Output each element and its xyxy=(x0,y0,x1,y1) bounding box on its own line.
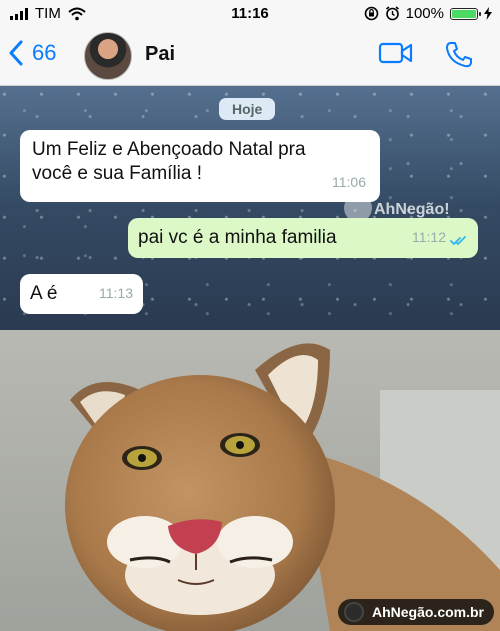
message-text: Um Feliz e Abençoado Natal pra xyxy=(32,139,306,160)
chat-area: Hoje Um Feliz e Abençoado Natal pra você… xyxy=(0,86,500,330)
phone-call-icon[interactable] xyxy=(444,40,474,70)
message-time: 11:12 xyxy=(412,229,446,245)
message-incoming[interactable]: Um Feliz e Abençoado Natal pra você e su… xyxy=(20,130,380,202)
charging-icon xyxy=(484,7,492,20)
back-button[interactable]: 66 xyxy=(8,40,56,66)
watermark-text: AhNegão.com.br xyxy=(371,604,484,620)
message-time: 11:13 xyxy=(99,285,133,301)
svg-text:AhNegão!: AhNegão! xyxy=(374,201,450,218)
status-bar: TIM 11:16 100% xyxy=(0,0,500,28)
date-divider: Hoje xyxy=(219,98,276,120)
message-incoming[interactable]: A é 11:13 xyxy=(20,274,143,314)
message-text: você e sua Família ! xyxy=(32,163,203,184)
rotation-lock-icon xyxy=(364,6,378,21)
watermark-badge: AhNegão.com.br xyxy=(337,599,494,625)
cougar-photo: AhNegão.com.br xyxy=(0,330,500,631)
read-ticks-icon xyxy=(450,236,466,246)
contact-name[interactable]: Pai xyxy=(145,43,175,66)
battery-percent: 100% xyxy=(405,5,444,22)
alarm-icon xyxy=(385,6,399,21)
mascot-icon xyxy=(343,602,364,622)
video-call-icon[interactable] xyxy=(378,40,414,66)
unread-count: 66 xyxy=(32,40,57,65)
cougar-image xyxy=(0,330,500,631)
message-outgoing[interactable]: pai vc é a minha familia 11:12 xyxy=(128,218,478,258)
chevron-left-icon xyxy=(9,40,23,66)
avatar[interactable] xyxy=(84,32,132,80)
status-right: 100% xyxy=(364,5,492,22)
battery-icon xyxy=(450,7,481,20)
chat-header: 66 Pai xyxy=(0,28,500,86)
